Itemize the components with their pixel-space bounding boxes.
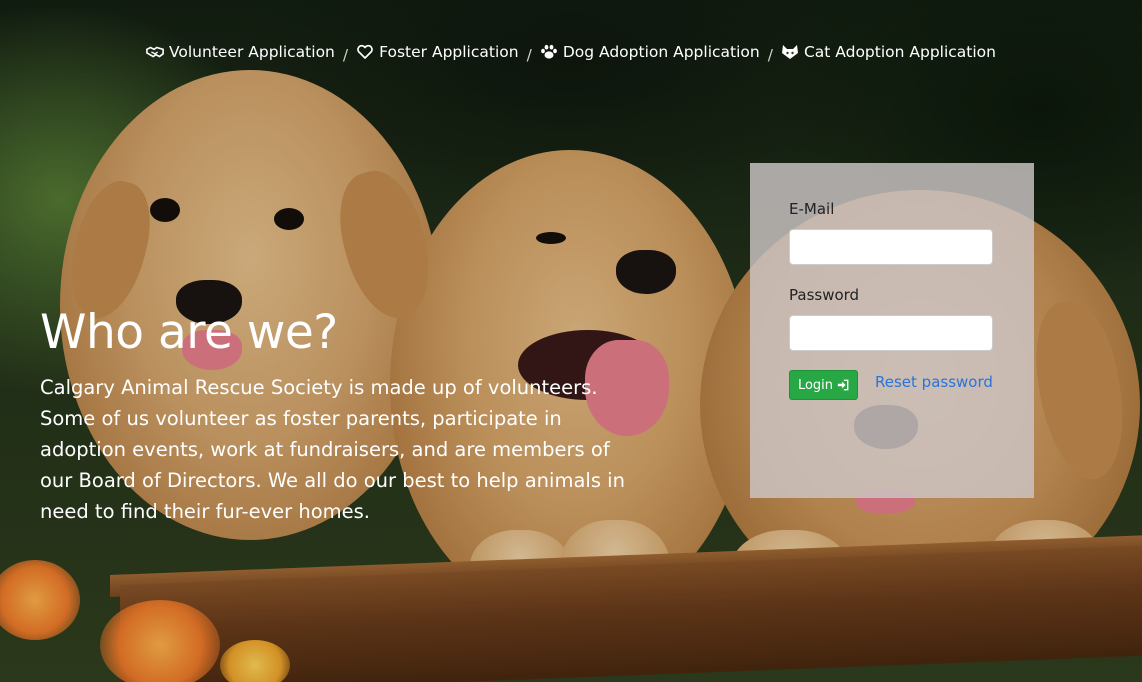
nav-label: Dog Adoption Application: [562, 43, 760, 61]
hero-section: Who are we? Calgary Animal Rescue Societ…: [40, 300, 640, 527]
nav-cat-adoption-application[interactable]: Cat Adoption Application: [781, 43, 996, 61]
nav-separator: /: [526, 46, 532, 64]
login-button-label: Login: [797, 377, 834, 393]
sign-in-icon: [837, 379, 849, 391]
nav-volunteer-application[interactable]: Volunteer Application: [146, 43, 335, 61]
nav-separator: /: [767, 46, 773, 64]
nav-label: Cat Adoption Application: [803, 43, 996, 61]
nav-separator: /: [342, 46, 349, 64]
email-label: E-Mail: [789, 200, 835, 218]
top-nav: Volunteer Application / Foster Applicati…: [0, 43, 1142, 64]
hero-title: Who are we?: [40, 305, 338, 360]
reset-password-link[interactable]: Reset password: [875, 373, 993, 391]
nav-label: Foster Application: [379, 43, 519, 61]
password-label: Password: [789, 286, 860, 304]
cat-icon: [781, 45, 798, 59]
password-field[interactable]: [789, 315, 993, 351]
handshake-icon: [146, 46, 164, 58]
nav-label: Volunteer Application: [168, 43, 335, 61]
login-panel: E-Mail Password Login Reset password: [750, 163, 1034, 498]
heart-icon: [357, 44, 373, 59]
paw-icon: [540, 44, 557, 59]
nav-dog-adoption-application[interactable]: Dog Adoption Application: [540, 43, 760, 61]
email-field[interactable]: [789, 229, 993, 265]
login-button[interactable]: Login: [789, 370, 858, 400]
nav-foster-application[interactable]: Foster Application: [356, 43, 519, 61]
hero-body: Calgary Animal Rescue Society is made up…: [40, 376, 625, 523]
